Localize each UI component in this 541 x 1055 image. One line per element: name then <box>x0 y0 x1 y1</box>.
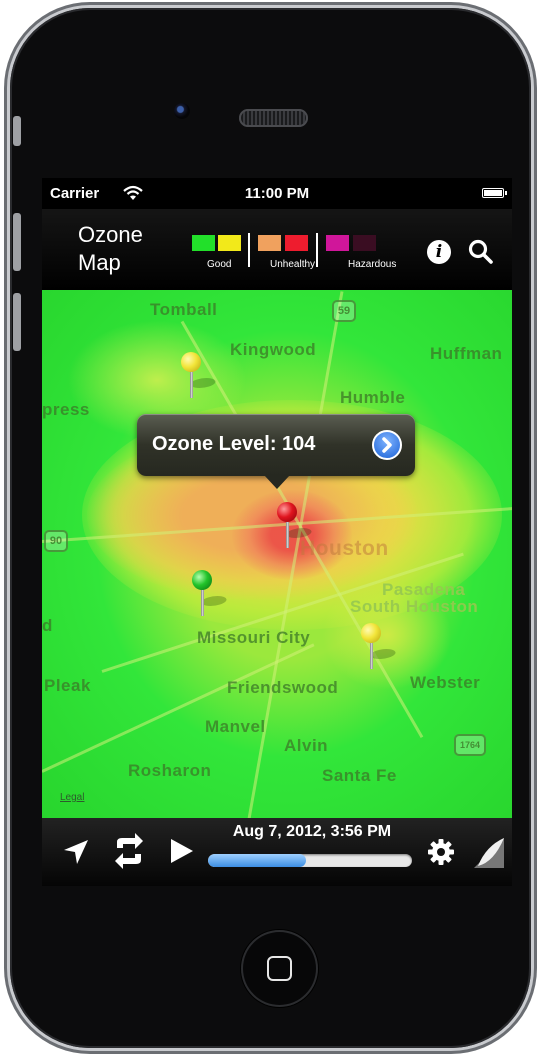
front-camera <box>174 103 190 119</box>
highway-shield: 90 <box>44 530 68 552</box>
legend-swatch-good-green <box>192 235 215 251</box>
legal-link[interactable]: Legal <box>60 792 84 803</box>
location-arrow-icon[interactable] <box>62 838 90 866</box>
timestamp-label: Aug 7, 2012, 3:56 PM <box>232 823 392 840</box>
top-toolbar: Ozone Map Good Unhealthy Hazardous i <box>42 209 512 290</box>
page-curl-icon[interactable] <box>472 836 506 870</box>
title-line-2: Map <box>78 250 121 275</box>
ozone-level-callout[interactable]: Ozone Level: 104 <box>137 414 415 489</box>
volume-down-button <box>13 293 21 351</box>
place-label: Manvel <box>205 717 266 736</box>
legend-swatch-unhealthy-orange <box>258 235 281 251</box>
place-label: Missouri City <box>197 628 311 647</box>
time-slider[interactable] <box>208 854 412 867</box>
place-label: Alvin <box>284 736 329 755</box>
search-icon[interactable] <box>467 238 495 266</box>
place-label: South Houston <box>350 597 479 616</box>
place-label: Huffman <box>430 344 503 363</box>
status-time: 11:00 PM <box>244 185 310 202</box>
legend-swatch-hazardous-dark <box>353 235 376 251</box>
place-label: press <box>42 400 90 419</box>
map-pin-green[interactable] <box>192 570 230 620</box>
place-label: d <box>42 616 53 635</box>
play-icon[interactable] <box>169 837 195 865</box>
earpiece-speaker <box>239 109 308 127</box>
chevron-right-circle-icon[interactable] <box>372 430 402 460</box>
mute-switch <box>13 116 21 146</box>
screen: Carrier 11:00 PM Ozone Map Good Unhealth… <box>42 178 512 886</box>
highway-shield: 59 <box>332 300 356 322</box>
home-button[interactable] <box>241 930 318 1007</box>
home-square-icon <box>267 956 292 981</box>
bottom-toolbar: Aug 7, 2012, 3:56 PM <box>42 818 512 886</box>
volume-up-button <box>13 213 21 271</box>
place-label: Friendswood <box>227 678 339 697</box>
place-label: Rosharon <box>128 761 212 780</box>
map-pin-yellow[interactable] <box>361 623 399 673</box>
place-label: Santa Fe <box>322 766 397 785</box>
battery-icon <box>482 188 507 198</box>
legend-label-hazardous: Hazardous <box>348 259 397 270</box>
place-label: Houston <box>300 537 389 560</box>
highway-shield: 1764 <box>454 734 486 756</box>
legend-swatch-hazardous-magenta <box>326 235 349 251</box>
gear-icon[interactable] <box>427 838 455 866</box>
legend-label-good: Good <box>207 259 232 270</box>
place-label: Webster <box>410 673 481 692</box>
legend-swatch-good-yellow <box>218 235 241 251</box>
legend-swatch-unhealthy-red <box>285 235 308 251</box>
place-label: Pleak <box>44 676 91 695</box>
legend-divider <box>248 233 250 267</box>
map-pin-red[interactable] <box>277 502 315 552</box>
legend-divider <box>316 233 318 267</box>
refresh-icon[interactable] <box>113 832 145 870</box>
place-label: Humble <box>340 388 406 407</box>
map-pin-yellow[interactable] <box>181 352 219 402</box>
title-line-1: Ozone <box>78 222 143 247</box>
place-label: Tomball <box>150 300 218 319</box>
road <box>42 643 315 773</box>
ozone-level-text: Ozone Level: 104 <box>152 433 316 455</box>
ozone-heat-map[interactable]: Tomball Kingwood Huffman Humble Houston … <box>42 290 512 818</box>
time-slider-fill <box>208 854 306 867</box>
place-label: Kingwood <box>230 340 317 359</box>
status-bar: Carrier 11:00 PM <box>42 178 512 209</box>
info-icon[interactable]: i <box>427 240 451 264</box>
app-title: Ozone Map <box>78 221 143 277</box>
legend-label-unhealthy: Unhealthy <box>270 259 316 270</box>
